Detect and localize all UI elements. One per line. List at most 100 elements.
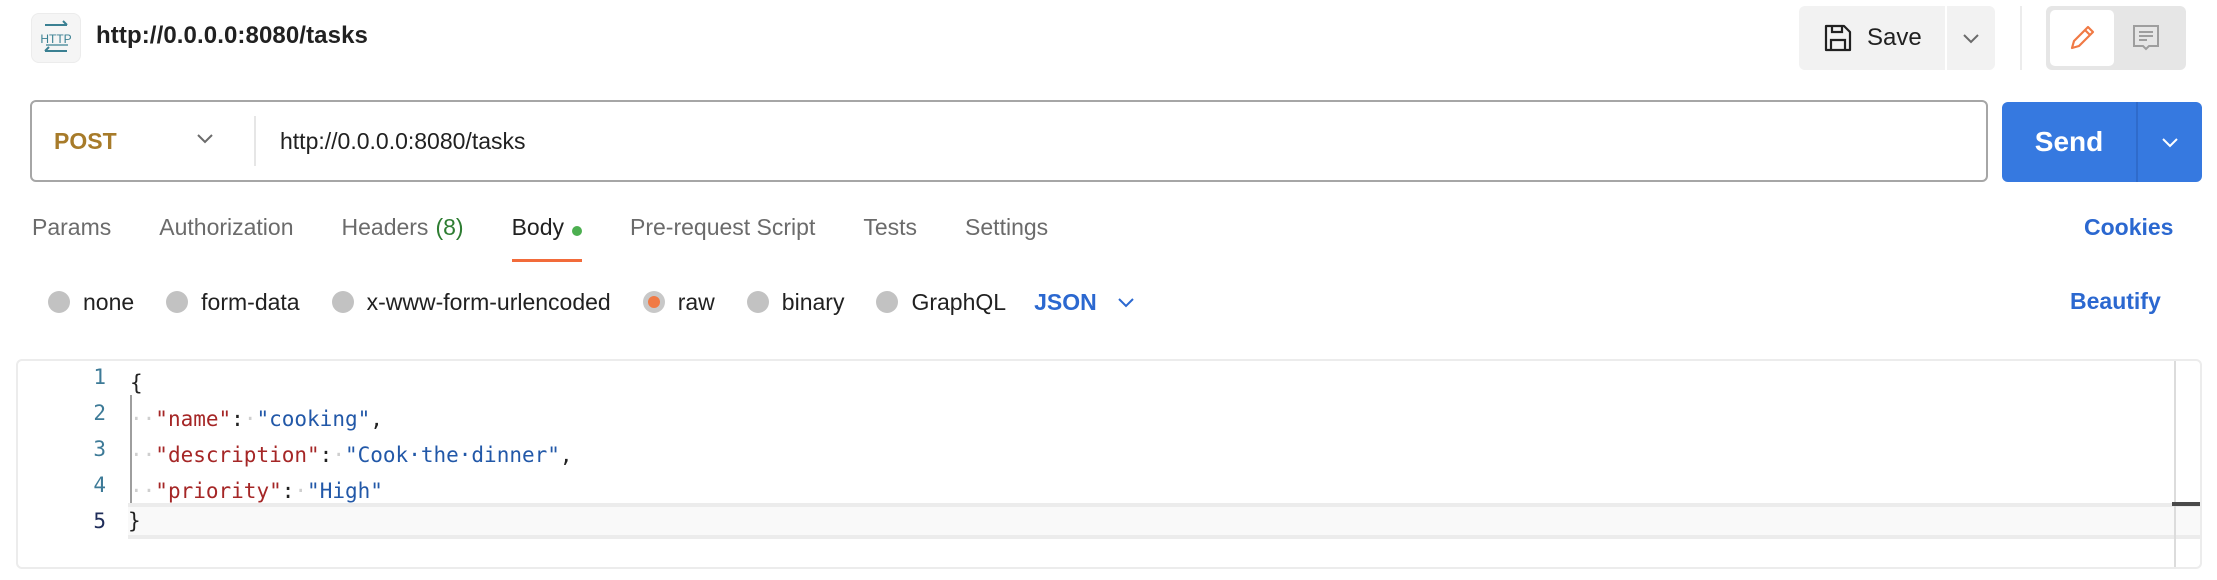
line-number-gutter: 1 2 3 4 5	[18, 361, 118, 567]
request-header: HTTP http://0.0.0.0:8080/tasks Save	[0, 0, 2217, 76]
radio-label: form-data	[201, 288, 300, 315]
send-button[interactable]: Send	[2002, 102, 2136, 182]
brace-open: {	[130, 371, 143, 395]
code-line-active: }	[128, 503, 2200, 539]
comment-icon	[2133, 25, 2159, 51]
tab-settings[interactable]: Settings	[965, 210, 1048, 262]
comments-mode-button[interactable]	[2114, 10, 2178, 66]
body-indicator-dot	[572, 226, 582, 236]
json-key: "name"	[155, 407, 232, 431]
method-label: POST	[54, 127, 117, 154]
tab-label: Body	[511, 214, 564, 240]
radio-label: raw	[677, 288, 715, 315]
tab-params[interactable]: Params	[32, 210, 111, 262]
radio-label: none	[83, 288, 135, 315]
code-area[interactable]: { ··"name":·"cooking", ··"description":·…	[128, 361, 2200, 567]
whitespace: ··	[130, 479, 156, 503]
radio-button[interactable]	[331, 291, 354, 313]
tab-label: Pre-request Script	[630, 214, 816, 240]
colon: :	[231, 407, 244, 431]
pencil-icon	[2070, 25, 2095, 50]
body-mode-none[interactable]: none	[48, 289, 134, 316]
json-key: "priority"	[155, 479, 282, 503]
editor-scroll-thumb[interactable]	[2172, 502, 2200, 506]
radio-button[interactable]	[746, 291, 769, 313]
send-options-button[interactable]	[2136, 102, 2202, 182]
whitespace: ·	[294, 479, 308, 503]
svg-text:HTTP: HTTP	[40, 32, 71, 46]
radio-label: x-www-form-urlencoded	[366, 288, 611, 315]
radio-label: binary	[781, 288, 845, 315]
radio-button-checked[interactable]	[642, 291, 665, 313]
save-button[interactable]: Save	[1799, 6, 1945, 70]
json-value: "Cook·the·dinner"	[344, 443, 560, 467]
line-number: 1	[93, 365, 106, 389]
body-mode-graphql[interactable]: GraphQL	[876, 289, 1006, 316]
line-number: 4	[93, 473, 106, 497]
http-icon: HTTP	[31, 13, 81, 63]
save-label: Save	[1867, 24, 1922, 51]
body-editor[interactable]: 1 2 3 4 5 { ··"name":·"cooking", ··"desc…	[16, 359, 2202, 569]
header-divider	[2020, 6, 2022, 70]
tab-authorization[interactable]: Authorization	[159, 210, 293, 262]
headers-count: (8)	[435, 214, 464, 240]
body-mode-raw[interactable]: raw	[642, 288, 715, 316]
chevron-down-icon	[2162, 138, 2178, 148]
chevron-down-icon	[197, 134, 213, 144]
body-mode-options: none form-data x-www-form-urlencoded raw…	[48, 286, 1135, 318]
format-select[interactable]: JSON	[1034, 289, 1135, 316]
tab-label: Headers	[341, 214, 429, 240]
brace-close: }	[128, 509, 141, 533]
cookies-link[interactable]: Cookies	[2084, 214, 2173, 241]
request-tabs: Params Authorization Headers (8) Body Pre…	[32, 210, 1096, 262]
format-label: JSON	[1034, 288, 1097, 315]
comma: ,	[559, 443, 573, 467]
line-number-current: 5	[93, 509, 106, 533]
view-mode-toggle	[2046, 6, 2186, 70]
url-bar: POST	[30, 100, 1988, 182]
save-options-button[interactable]	[1947, 6, 1995, 70]
code-line: ··"description":·"Cook·the·dinner",	[130, 437, 573, 473]
whitespace: ·	[243, 407, 257, 431]
chevron-down-icon	[1117, 298, 1134, 308]
json-value: "High"	[307, 479, 383, 503]
url-input[interactable]	[256, 102, 1986, 180]
radio-label: GraphQL	[911, 288, 1007, 315]
floppy-disk-icon	[1824, 24, 1852, 52]
tab-tests[interactable]: Tests	[863, 210, 917, 262]
method-select[interactable]: POST	[32, 102, 254, 180]
beautify-link[interactable]: Beautify	[2070, 288, 2161, 315]
edit-mode-button[interactable]	[2050, 10, 2114, 66]
chevron-down-icon	[1963, 34, 1979, 44]
colon: :	[281, 479, 295, 503]
editor-scrollbar[interactable]	[2174, 361, 2176, 567]
radio-button[interactable]	[48, 291, 70, 313]
code-line: ··"name":·"cooking",	[130, 401, 383, 437]
body-mode-urlencoded[interactable]: x-www-form-urlencoded	[331, 288, 611, 316]
line-number: 3	[93, 437, 106, 461]
save-group: Save	[1799, 6, 1995, 70]
whitespace: ··	[130, 443, 156, 467]
body-mode-binary[interactable]: binary	[746, 288, 845, 316]
colon: :	[319, 443, 333, 467]
radio-button[interactable]	[166, 291, 189, 313]
json-key: "description"	[155, 443, 320, 467]
http-icon-glyph: HTTP	[40, 20, 72, 52]
code-line: {	[130, 365, 143, 401]
tab-headers[interactable]: Headers (8)	[342, 210, 464, 262]
comma: ,	[370, 407, 383, 431]
whitespace: ··	[130, 407, 156, 431]
body-mode-form-data[interactable]: form-data	[166, 288, 300, 316]
tab-label: Params	[32, 214, 112, 240]
tab-label: Authorization	[159, 214, 294, 240]
tab-body[interactable]: Body	[511, 210, 583, 262]
radio-button[interactable]	[876, 291, 899, 313]
tab-pre-request-script[interactable]: Pre-request Script	[630, 210, 815, 262]
line-number: 2	[93, 401, 106, 425]
request-title[interactable]: http://0.0.0.0:8080/tasks	[96, 22, 368, 50]
tab-label: Tests	[863, 214, 918, 240]
send-group: Send	[2002, 102, 2202, 182]
json-value: "cooking"	[256, 407, 371, 431]
whitespace: ·	[332, 443, 345, 467]
tab-label: Settings	[965, 214, 1049, 240]
